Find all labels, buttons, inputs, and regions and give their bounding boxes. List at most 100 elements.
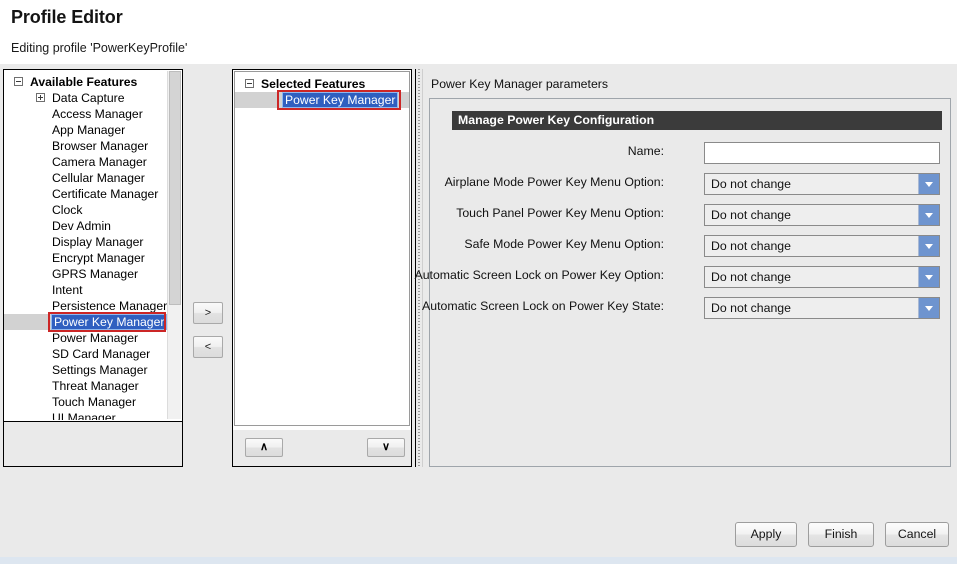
field-label: Name: bbox=[627, 144, 664, 158]
available-features-root[interactable]: Available Features bbox=[4, 74, 167, 90]
tree-item-label: Browser Manager bbox=[52, 139, 149, 153]
tree-item-label: Clock bbox=[52, 203, 83, 217]
selected-list-item-label: Power Key Manager bbox=[281, 92, 399, 108]
tree-root-label: Selected Features bbox=[261, 77, 366, 91]
field-label: Safe Mode Power Key Menu Option: bbox=[464, 237, 664, 251]
chevron-down-icon[interactable] bbox=[918, 298, 939, 318]
form-row: Safe Mode Power Key Menu Option: Do not c… bbox=[430, 235, 952, 258]
selected-list-item[interactable]: Power Key Manager bbox=[235, 92, 409, 108]
page-subtitle: Editing profile 'PowerKeyProfile' bbox=[11, 41, 188, 55]
bottom-strip bbox=[0, 557, 957, 564]
available-features-scrollbar[interactable] bbox=[167, 71, 181, 419]
tree-item[interactable]: Certificate Manager bbox=[4, 186, 167, 202]
selected-features-tree[interactable]: Selected Features Power Key Manager bbox=[234, 71, 410, 426]
available-features-footer bbox=[4, 421, 182, 466]
dropdown-value: Do not change bbox=[711, 239, 791, 253]
field-label: Touch Panel Power Key Menu Option: bbox=[456, 206, 664, 220]
tree-item-label: Display Manager bbox=[52, 235, 144, 249]
scrollbar-thumb[interactable] bbox=[169, 71, 181, 305]
tree-item-label: Encrypt Manager bbox=[52, 251, 145, 265]
tree-item[interactable]: Cellular Manager bbox=[4, 170, 167, 186]
tree-item[interactable]: Persistence Manager bbox=[4, 298, 167, 314]
tree-item[interactable]: UI Manager bbox=[4, 410, 167, 420]
tree-item-label: Power Key Manager bbox=[50, 314, 167, 330]
tree-item-label: UI Manager bbox=[52, 411, 116, 420]
parameters-title: Power Key Manager parameters bbox=[431, 77, 609, 91]
tree-item[interactable]: Settings Manager bbox=[4, 362, 167, 378]
tree-item-label: Intent bbox=[52, 283, 83, 297]
tree-item-label: Cellular Manager bbox=[52, 171, 145, 185]
dropdown-select[interactable]: Do not change bbox=[704, 204, 940, 226]
tree-item[interactable]: Power Key Manager bbox=[4, 314, 167, 330]
form-row: Name: bbox=[430, 142, 952, 165]
chevron-down-icon[interactable] bbox=[918, 205, 939, 225]
remove-feature-button[interactable]: < bbox=[193, 336, 223, 358]
header: Profile Editor Editing profile 'PowerKey… bbox=[0, 0, 957, 64]
form-row: Airplane Mode Power Key Menu Option: Do n… bbox=[430, 173, 952, 196]
chevron-down-icon[interactable] bbox=[918, 267, 939, 287]
selected-features-root[interactable]: Selected Features bbox=[235, 76, 409, 92]
dropdown-value: Do not change bbox=[711, 301, 791, 315]
tree-item[interactable]: Touch Manager bbox=[4, 394, 167, 410]
dropdown-value: Do not change bbox=[711, 208, 791, 222]
add-feature-button[interactable]: > bbox=[193, 302, 223, 324]
tree-item[interactable]: Camera Manager bbox=[4, 154, 167, 170]
dropdown-select[interactable]: Do not change bbox=[704, 266, 940, 288]
tree-item-label: Dev Admin bbox=[52, 219, 111, 233]
apply-button[interactable]: Apply bbox=[735, 522, 797, 547]
chevron-down-icon[interactable] bbox=[918, 174, 939, 194]
dropdown-select[interactable]: Do not change bbox=[704, 297, 940, 319]
tree-item[interactable]: Power Manager bbox=[4, 330, 167, 346]
tree-item-label: Settings Manager bbox=[52, 363, 148, 377]
tree-item[interactable]: Clock bbox=[4, 202, 167, 218]
field-label: Automatic Screen Lock on Power Key State… bbox=[422, 299, 664, 313]
available-features-tree[interactable]: Available Features Data Capture Access Man… bbox=[4, 70, 167, 420]
cancel-button[interactable]: Cancel bbox=[885, 522, 949, 547]
collapse-icon[interactable] bbox=[245, 79, 254, 88]
finish-button[interactable]: Finish bbox=[808, 522, 874, 547]
tree-item[interactable]: Dev Admin bbox=[4, 218, 167, 234]
tree-item-label: SD Card Manager bbox=[52, 347, 151, 361]
tree-item-label: Camera Manager bbox=[52, 155, 147, 169]
chevron-down-icon[interactable] bbox=[918, 236, 939, 256]
tree-item-label: Access Manager bbox=[52, 107, 143, 121]
group-header: Manage Power Key Configuration bbox=[452, 111, 942, 130]
collapse-icon[interactable] bbox=[14, 77, 23, 86]
parameters-panel: Power Key Manager parameters Manage Powe… bbox=[415, 69, 953, 467]
tree-item[interactable]: Intent bbox=[4, 282, 167, 298]
tree-item[interactable]: Threat Manager bbox=[4, 378, 167, 394]
tree-item-label: Persistence Manager bbox=[52, 299, 167, 313]
form-row: Touch Panel Power Key Menu Option: Do not… bbox=[430, 204, 952, 227]
dropdown-value: Do not change bbox=[711, 177, 791, 191]
tree-item[interactable]: Browser Manager bbox=[4, 138, 167, 154]
move-up-button[interactable]: ∧ bbox=[245, 438, 283, 457]
body-area: Available Features Data Capture Access Man… bbox=[0, 64, 957, 557]
tree-item[interactable]: SD Card Manager bbox=[4, 346, 167, 362]
expand-icon[interactable] bbox=[36, 93, 45, 102]
form-row: Automatic Screen Lock on Power Key State… bbox=[422, 297, 952, 320]
tree-item[interactable]: Data Capture bbox=[4, 90, 167, 106]
tree-item[interactable]: Encrypt Manager bbox=[4, 250, 167, 266]
dropdown-select[interactable]: Do not change bbox=[704, 235, 940, 257]
tree-item-label: Threat Manager bbox=[52, 379, 139, 393]
tree-item-label: Power Manager bbox=[52, 331, 139, 345]
name-input[interactable] bbox=[704, 142, 940, 164]
tree-root-label: Available Features bbox=[30, 75, 138, 89]
dropdown-value: Do not change bbox=[711, 270, 791, 284]
tree-item-label: GPRS Manager bbox=[52, 267, 139, 281]
tree-item[interactable]: App Manager bbox=[4, 122, 167, 138]
move-down-button[interactable]: ∨ bbox=[367, 438, 405, 457]
tree-item[interactable]: GPRS Manager bbox=[4, 266, 167, 282]
selected-features-footer: ∧ ∨ bbox=[233, 430, 411, 466]
form-row: Automatic Screen Lock on Power Key Optio… bbox=[415, 266, 952, 289]
field-label: Automatic Screen Lock on Power Key Optio… bbox=[414, 268, 664, 282]
tree-item[interactable]: Access Manager bbox=[4, 106, 167, 122]
page-title: Profile Editor bbox=[11, 7, 123, 27]
tree-item-label: App Manager bbox=[52, 123, 126, 137]
tree-item[interactable]: Display Manager bbox=[4, 234, 167, 250]
selected-features-panel: Selected Features Power Key Manager ∧ ∨ bbox=[232, 69, 412, 467]
available-features-panel: Available Features Data Capture Access Man… bbox=[3, 69, 183, 467]
tree-item-label: Touch Manager bbox=[52, 395, 137, 409]
dropdown-select[interactable]: Do not change bbox=[704, 173, 940, 195]
parameters-group: Manage Power Key Configuration Name: Airp… bbox=[415, 98, 952, 467]
